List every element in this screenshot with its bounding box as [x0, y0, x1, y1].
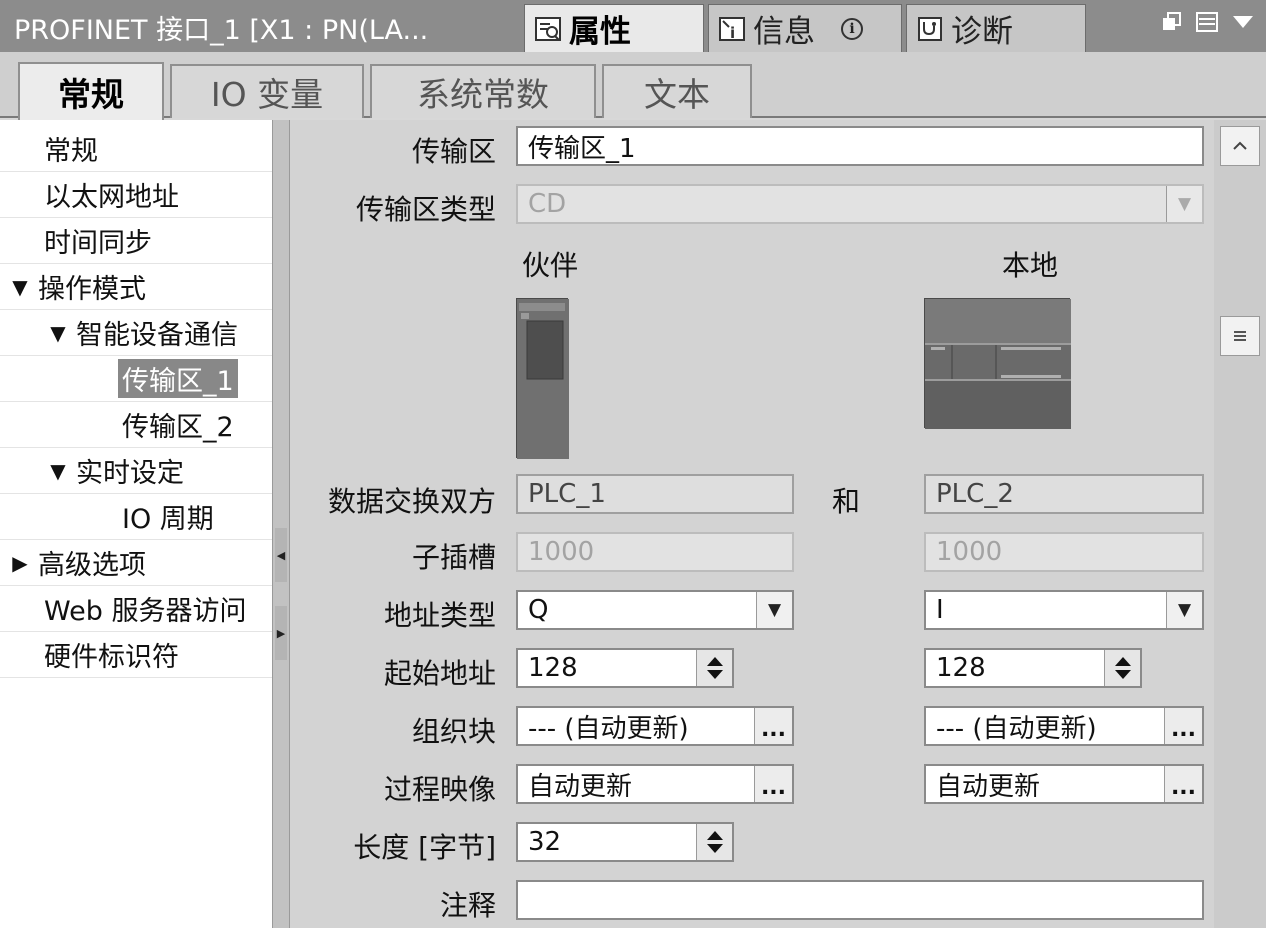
partner-heading: 伙伴	[522, 249, 579, 282]
and-label: 和	[832, 485, 861, 518]
partner-start-address-stepper[interactable]: 128	[516, 648, 734, 688]
expand-arrow-icon[interactable]: ▼	[46, 459, 70, 483]
spin-arrows-icon[interactable]	[1104, 650, 1140, 686]
local-address-type-value: I	[936, 595, 944, 625]
browse-button[interactable]: ...	[1164, 766, 1202, 802]
partner-plc-field: PLC_1	[516, 474, 794, 514]
main-tab-bar: 常规 IO 变量 系统常数 文本	[0, 52, 1266, 120]
local-device-image	[924, 298, 1071, 429]
tab-general[interactable]: 常规	[18, 62, 164, 120]
browse-button[interactable]: ...	[1164, 708, 1202, 744]
nav-item-time-sync[interactable]: 时间同步	[0, 218, 272, 264]
dropdown-arrow-icon: ▼	[1166, 186, 1202, 222]
browse-button[interactable]: ...	[754, 708, 792, 744]
partner-address-type-value: Q	[528, 595, 549, 625]
transfer-type-label: 传输区类型	[355, 193, 496, 226]
length-value: 32	[528, 827, 562, 857]
tab-properties-label: 属性	[569, 14, 631, 50]
length-label: 长度 [字节]	[353, 831, 496, 864]
tab-diagnostics-label: 诊断	[951, 14, 1013, 50]
local-start-address-value: 128	[936, 653, 986, 683]
partner-process-image-field[interactable]: 自动更新 ...	[516, 764, 794, 804]
properties-content: 传输区 传输区_1 传输区类型 CD ▼ 伙伴 本地 数据交换双方 PLC_1 …	[290, 120, 1214, 928]
spin-arrows-icon[interactable]	[696, 650, 732, 686]
local-org-block-field[interactable]: --- (自动更新) ...	[924, 706, 1204, 746]
local-subslot-field: 1000	[924, 532, 1204, 572]
scroll-up-icon[interactable]	[1220, 126, 1260, 166]
nav-item-hardware-identifier[interactable]: 硬件标识符	[0, 632, 272, 678]
transfer-area-label: 传输区	[411, 135, 496, 168]
local-org-block-value: --- (自动更新)	[936, 713, 1097, 744]
browse-button[interactable]: ...	[754, 766, 792, 802]
float-window-icon[interactable]	[1162, 12, 1182, 36]
partner-org-block-value: --- (自动更新)	[528, 713, 689, 744]
local-start-address-stepper[interactable]: 128	[924, 648, 1142, 688]
expand-arrow-icon[interactable]: ▼	[8, 275, 32, 299]
process-image-label: 过程映像	[383, 773, 496, 806]
vertical-scrollbar[interactable]	[1214, 120, 1266, 928]
org-block-label: 组织块	[411, 715, 496, 748]
info-icon: i	[841, 17, 863, 40]
nav-item-advanced-options[interactable]: ▶ 高级选项	[0, 540, 272, 586]
scroll-thumb-icon[interactable]	[1220, 316, 1260, 356]
spin-arrows-icon[interactable]	[696, 824, 732, 860]
expand-arrow-icon[interactable]: ▼	[46, 321, 70, 345]
tab-io-tags[interactable]: IO 变量	[170, 64, 364, 118]
local-plc-field: PLC_2	[924, 474, 1204, 514]
address-type-label: 地址类型	[383, 599, 496, 632]
nav-item-transfer-area-1[interactable]: 传输区_1	[0, 356, 272, 402]
collapse-left-icon[interactable]: ◀	[275, 528, 287, 582]
start-address-label: 起始地址	[383, 657, 496, 690]
window-title: PROFINET 接口_1 [X1 : PN(LA...	[14, 15, 429, 46]
expand-arrow-icon[interactable]: ▶	[8, 551, 32, 575]
nav-item-ethernet-address[interactable]: 以太网地址	[0, 172, 272, 218]
local-address-type-select[interactable]: I ▼	[924, 590, 1204, 630]
tab-properties[interactable]: 属性	[524, 4, 704, 52]
layout-menu-icon[interactable]	[1196, 12, 1218, 36]
local-process-image-value: 自动更新	[936, 771, 1041, 802]
dropdown-arrow-icon[interactable]: ▼	[1166, 592, 1202, 628]
tab-diagnostics[interactable]: 诊断	[906, 4, 1086, 52]
local-process-image-field[interactable]: 自动更新 ...	[924, 764, 1204, 804]
subslot-label: 子插槽	[411, 541, 496, 574]
partner-org-block-field[interactable]: --- (自动更新) ...	[516, 706, 794, 746]
transfer-type-select: CD ▼	[516, 184, 1204, 224]
length-stepper[interactable]: 32	[516, 822, 734, 862]
nav-item-web-server-access[interactable]: Web 服务器访问	[0, 586, 272, 632]
nav-item-operating-mode[interactable]: ▼ 操作模式	[0, 264, 272, 310]
nav-item-transfer-area-2[interactable]: 传输区_2	[0, 402, 272, 448]
diagnostics-icon	[915, 14, 945, 44]
transfer-type-value: CD	[528, 189, 567, 219]
nav-splitter[interactable]: ◀ ▶	[272, 120, 290, 928]
window-controls	[1162, 12, 1254, 36]
svg-text:i: i	[730, 24, 735, 42]
data-exchange-label: 数据交换双方	[327, 485, 496, 518]
partner-start-address-value: 128	[528, 653, 578, 683]
section-navigation: 常规 以太网地址 时间同步 ▼ 操作模式 ▼ 智能设备通信 传输区_1 传输区_2 …	[0, 120, 272, 928]
info-tab-icon: i	[717, 14, 747, 44]
tab-info-label: 信息	[753, 14, 815, 50]
partner-device-image	[516, 298, 569, 459]
dropdown-arrow-icon[interactable]: ▼	[756, 592, 792, 628]
local-heading: 本地	[1002, 249, 1059, 282]
transfer-area-name-input[interactable]: 传输区_1	[516, 126, 1204, 166]
tab-texts[interactable]: 文本	[602, 64, 752, 118]
partner-address-type-select[interactable]: Q ▼	[516, 590, 794, 630]
tab-info[interactable]: i 信息 i	[708, 4, 902, 52]
properties-icon	[533, 14, 563, 44]
nav-item-realtime-settings[interactable]: ▼ 实时设定	[0, 448, 272, 494]
partner-process-image-value: 自动更新	[528, 771, 633, 802]
partner-subslot-field: 1000	[516, 532, 794, 572]
collapse-panel-icon[interactable]	[1232, 14, 1254, 34]
tab-system-constants[interactable]: 系统常数	[370, 64, 596, 118]
comment-input[interactable]	[516, 880, 1204, 920]
expand-right-icon[interactable]: ▶	[275, 606, 287, 660]
inspector-title-bar: PROFINET 接口_1 [X1 : PN(LA... 属性 i 信息 i 诊…	[0, 0, 1266, 52]
nav-item-i-device-comm[interactable]: ▼ 智能设备通信	[0, 310, 272, 356]
comment-label: 注释	[439, 889, 496, 922]
nav-item-io-cycle[interactable]: IO 周期	[0, 494, 272, 540]
nav-item-general[interactable]: 常规	[0, 126, 272, 172]
